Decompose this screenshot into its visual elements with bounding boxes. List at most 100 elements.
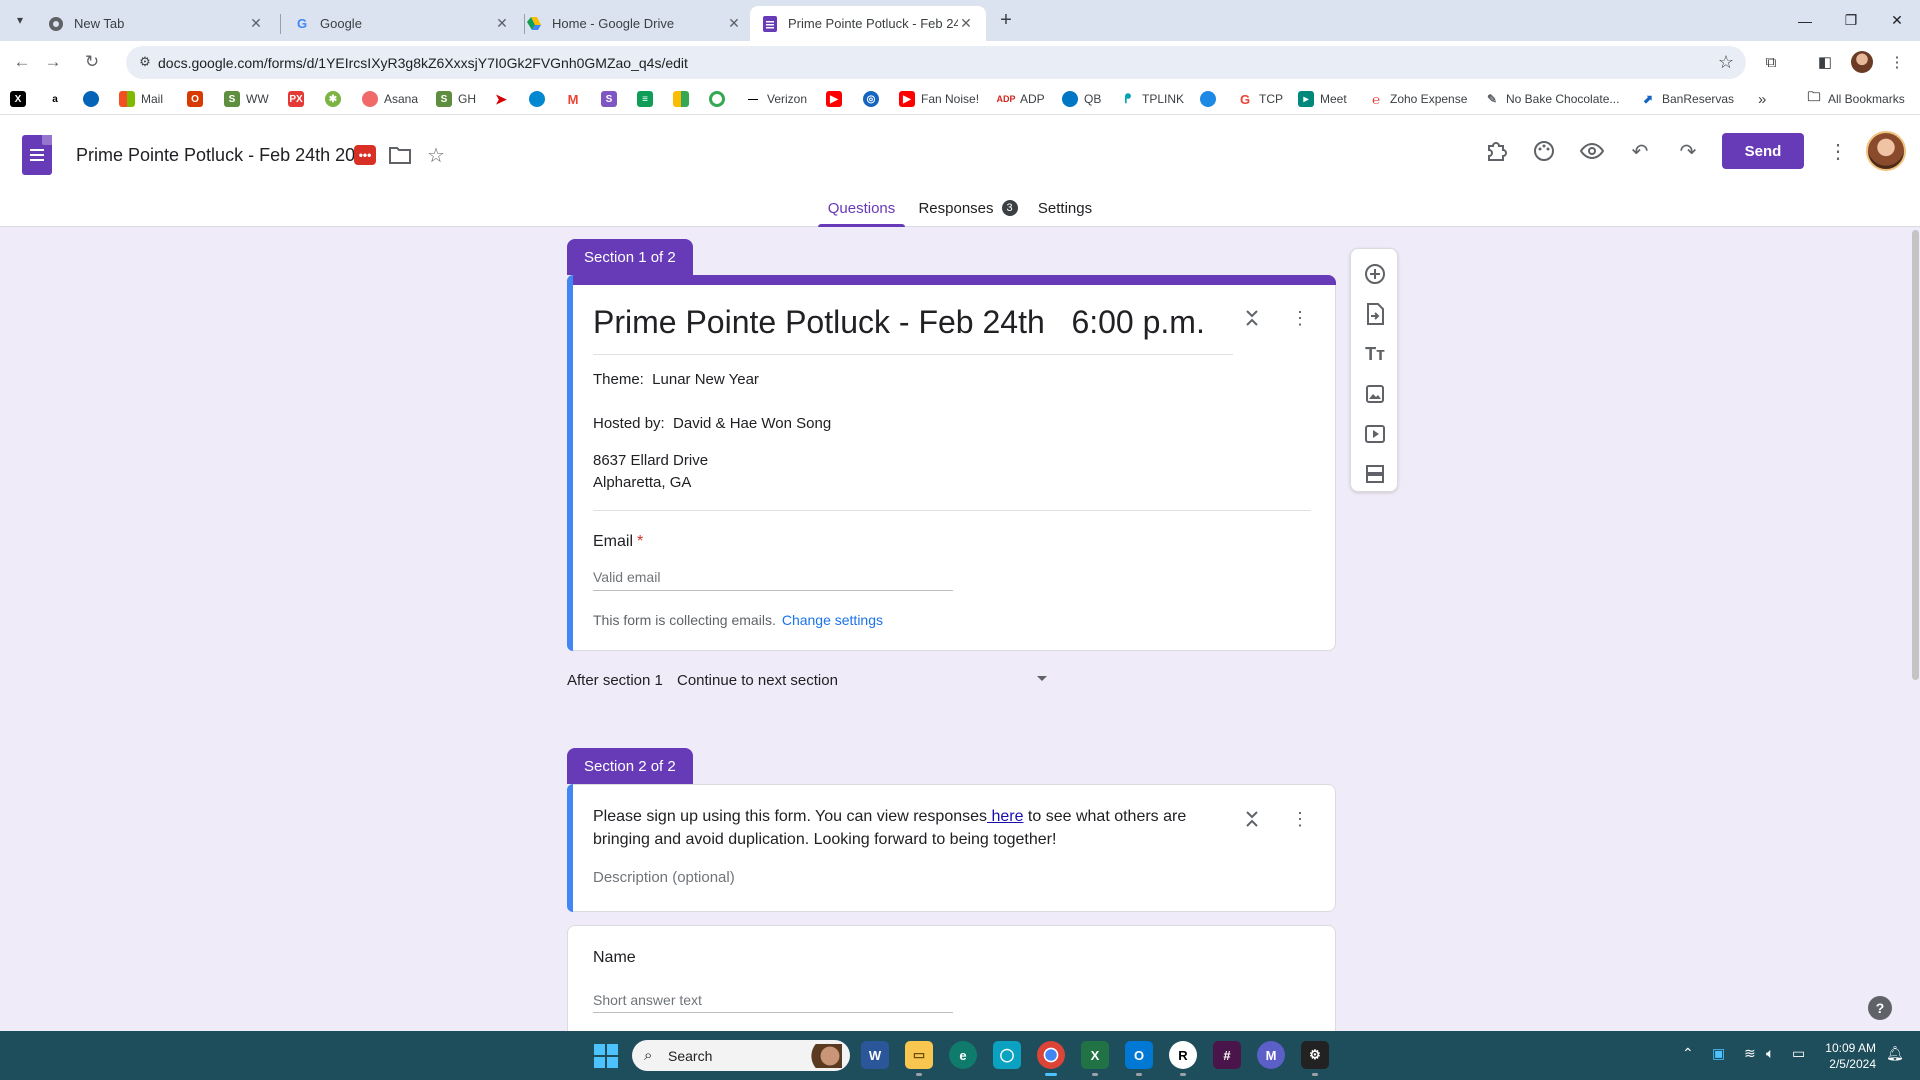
bookmark-x[interactable]: X: [10, 89, 32, 109]
bookmark-onedrive[interactable]: [83, 89, 105, 109]
bookmark-star-icon[interactable]: ☆: [1718, 52, 1734, 73]
section-2-description[interactable]: Please sign up using this form. You can …: [593, 805, 1193, 851]
profile-icon[interactable]: [1851, 51, 1873, 73]
tab-questions[interactable]: Questions: [818, 189, 905, 227]
close-icon[interactable]: ✕: [494, 15, 510, 32]
taskbar-search-box[interactable]: ⌕ Search: [632, 1040, 850, 1071]
bookmark-office[interactable]: O: [187, 89, 209, 109]
address-line-2[interactable]: Alpharetta, GA: [593, 474, 691, 491]
app-icon[interactable]: ◯: [993, 1041, 1021, 1069]
bookmark-tplink[interactable]: ᖰ TPLINK: [1120, 89, 1184, 109]
reload-button[interactable]: ↻: [80, 50, 104, 74]
name-short-answer-input[interactable]: Short answer text: [593, 992, 702, 1008]
bookmark-youtube[interactable]: ▶: [826, 89, 848, 109]
bookmark-blue-circle[interactable]: [1200, 89, 1222, 109]
settings-gear-icon[interactable]: ⚙: [1301, 1041, 1329, 1076]
redo-icon[interactable]: ↷: [1674, 137, 1702, 165]
bookmark-qb[interactable]: QB: [1062, 89, 1101, 109]
import-questions-icon[interactable]: [1361, 300, 1389, 328]
minimize-button[interactable]: —: [1782, 0, 1828, 41]
bookmark-arrow[interactable]: ➤: [493, 89, 515, 109]
collapse-section-icon[interactable]: [1238, 304, 1266, 332]
add-video-icon[interactable]: [1361, 420, 1389, 448]
bookmark-px[interactable]: PX: [288, 89, 310, 109]
add-section-icon[interactable]: [1361, 460, 1389, 488]
bookmark-no-bake-chocolate[interactable]: ✎ No Bake Chocolate...: [1484, 89, 1619, 109]
chrome-taskbar-icon[interactable]: [1037, 1041, 1065, 1076]
description-optional-input[interactable]: Description (optional): [593, 869, 735, 886]
address-bar[interactable]: ⚙ docs.google.com/forms/d/1YEIrcsIXyR3g8…: [126, 46, 1746, 79]
tab-responses[interactable]: Responses 3: [918, 189, 1018, 227]
close-icon[interactable]: ✕: [726, 15, 742, 32]
volume-icon[interactable]: 🔈︎: [1766, 1045, 1774, 1062]
excel-icon[interactable]: X: [1081, 1041, 1109, 1076]
move-to-folder-icon[interactable]: [386, 141, 414, 169]
send-button[interactable]: Send: [1722, 133, 1804, 169]
bookmark-sheets[interactable]: ≡: [637, 89, 659, 109]
restore-button[interactable]: ❐: [1828, 0, 1874, 41]
app-m-icon[interactable]: M: [1257, 1041, 1285, 1069]
back-button[interactable]: ←: [10, 50, 34, 74]
bookmark-s[interactable]: S: [601, 89, 623, 109]
tab-prime-pointe-potluck[interactable]: Prime Pointe Potluck - Feb 24th ✕: [750, 6, 986, 41]
more-bookmarks-button[interactable]: »: [1758, 89, 1766, 109]
tab-search-button[interactable]: ▾: [8, 8, 32, 32]
name-question-card[interactable]: Name Short answer text: [567, 925, 1336, 1031]
chrome-menu-icon[interactable]: ⋮: [1886, 51, 1908, 73]
word-icon[interactable]: W: [861, 1041, 889, 1069]
email-input[interactable]: Valid email: [593, 569, 660, 585]
bookmark-ring[interactable]: [709, 89, 731, 109]
bookmark-target[interactable]: ◎: [863, 89, 885, 109]
theme-line[interactable]: Theme: Lunar New Year: [593, 371, 759, 388]
bookmark-gear[interactable]: ✱: [325, 89, 347, 109]
taskbar-clock[interactable]: 10:09 AM 2/5/2024: [1820, 1040, 1876, 1072]
bookmark-verizon[interactable]: — Verizon: [745, 89, 807, 109]
collapse-section-icon[interactable]: [1238, 805, 1266, 833]
bookmark-tcp[interactable]: G TCP: [1237, 89, 1283, 109]
file-explorer-icon[interactable]: ▭: [905, 1041, 933, 1076]
tab-new-tab[interactable]: New Tab ✕: [36, 6, 276, 41]
bookmark-fan-noise[interactable]: ▶ Fan Noise!: [899, 89, 979, 109]
google-forms-logo-icon[interactable]: [22, 135, 52, 175]
change-settings-link[interactable]: Change settings: [782, 612, 883, 628]
section-more-options-icon[interactable]: ⋮: [1286, 805, 1314, 833]
site-info-icon[interactable]: ⚙: [136, 53, 154, 71]
tab-google-drive[interactable]: Home - Google Drive ✕: [514, 6, 754, 41]
bookmark-gh[interactable]: S GH: [436, 89, 476, 109]
section-more-options-icon[interactable]: ⋮: [1286, 304, 1314, 332]
add-title-description-icon[interactable]: Tт: [1361, 340, 1389, 368]
bookmark-circle[interactable]: [529, 89, 551, 109]
tab-google[interactable]: G Google ✕: [282, 6, 522, 41]
bookmark-amazon[interactable]: a: [47, 89, 69, 109]
notification-bell-icon[interactable]: 🔔︎: [1886, 1045, 1904, 1062]
all-bookmarks-button[interactable]: 🗀 All Bookmarks: [1806, 89, 1905, 109]
wifi-icon[interactable]: ≋: [1744, 1045, 1756, 1062]
tab-settings[interactable]: Settings: [1036, 189, 1094, 227]
preview-eye-icon[interactable]: [1578, 137, 1606, 165]
customize-theme-palette-icon[interactable]: [1530, 137, 1558, 165]
app-r-icon[interactable]: R: [1169, 1041, 1197, 1076]
outlook-icon[interactable]: O: [1125, 1041, 1153, 1076]
scrollbar-thumb[interactable]: [1912, 230, 1919, 680]
undo-icon[interactable]: ↶: [1626, 137, 1654, 165]
form-title[interactable]: Prime Pointe Potluck - Feb 24th 6:00 p.m…: [593, 304, 1205, 341]
bookmark-asana[interactable]: Asana: [362, 89, 418, 109]
account-avatar[interactable]: [1866, 131, 1906, 171]
address-line-1[interactable]: 8637 Ellard Drive: [593, 452, 708, 469]
add-image-icon[interactable]: [1361, 380, 1389, 408]
windows-start-icon[interactable]: [594, 1044, 618, 1068]
side-panel-icon[interactable]: ◧: [1814, 51, 1836, 73]
new-tab-button[interactable]: +: [994, 8, 1018, 32]
bookmark-ww[interactable]: S WW: [224, 89, 269, 109]
bookmark-zoho-expense[interactable]: ℮ Zoho Expense: [1368, 89, 1467, 109]
close-icon[interactable]: ✕: [248, 15, 264, 32]
section-1-header-card[interactable]: Prime Pointe Potluck - Feb 24th 6:00 p.m…: [567, 275, 1336, 651]
page-scrollbar[interactable]: [1910, 228, 1920, 1031]
outlook-tray-icon[interactable]: ▣: [1712, 1045, 1725, 1062]
battery-icon[interactable]: ▭: [1792, 1045, 1805, 1062]
edge-icon[interactable]: e: [949, 1041, 977, 1069]
extensions-icon[interactable]: ⧉: [1760, 51, 1782, 73]
close-window-button[interactable]: ✕: [1874, 0, 1920, 41]
tray-chevron-icon[interactable]: ⌃: [1682, 1045, 1694, 1062]
bookmark-adp[interactable]: ADP ADP: [997, 89, 1045, 109]
